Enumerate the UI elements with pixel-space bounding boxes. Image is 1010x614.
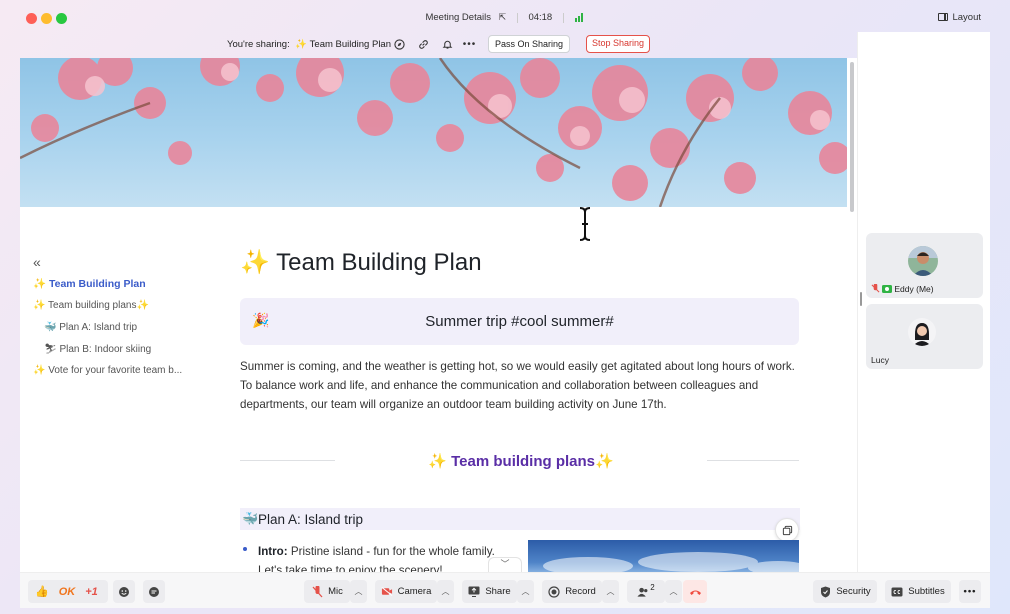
emoji-button[interactable] [113, 580, 135, 603]
avatar [908, 246, 938, 276]
share-icon[interactable]: ⇱ [499, 12, 507, 23]
collapse-toc-icon[interactable]: « [33, 254, 41, 270]
divider-right [707, 460, 799, 461]
scrollbar-thumb[interactable] [850, 62, 854, 212]
participants-options-caret[interactable]: ︿ [665, 580, 682, 603]
layout-label: Layout [952, 12, 981, 23]
meeting-info: Meeting Details ⇱ 04:18 [0, 12, 1010, 23]
record-button[interactable]: Record [542, 580, 602, 603]
toc-item-vote[interactable]: ✨ Vote for your favorite team b... [33, 365, 182, 376]
camera-on-icon [882, 285, 893, 293]
document-title-text: Team Building Plan [276, 249, 482, 276]
plus-one-reaction[interactable]: +1 [85, 586, 98, 598]
sharing-bar: You're sharing: ✨ Team Building Plan •••… [20, 32, 857, 58]
hang-up-icon [689, 590, 701, 595]
section-title: ✨ Team building plans✨ [428, 453, 614, 470]
participant-name: Lucy [871, 355, 889, 365]
meeting-toolbar: 👍 OK +1 Mic ︿ Camera ︿ Share ︿ Record ︿ … [20, 572, 990, 608]
callout-block: 🎉 Summer trip #cool summer# [240, 298, 799, 345]
signal-icon[interactable] [574, 13, 585, 22]
camera-off-icon [381, 586, 393, 598]
subtitles-button[interactable]: Subtitles [885, 580, 951, 603]
copy-icon [782, 525, 792, 535]
cover-image [20, 58, 847, 207]
mic-muted-icon [871, 284, 880, 293]
toc-item-team-building-plan[interactable]: ✨ Team Building Plan [33, 277, 146, 290]
participant-tile-eddy[interactable]: Eddy (Me) [866, 233, 983, 298]
plan-a-title: Plan A: Island trip [258, 512, 364, 527]
more-options-button[interactable]: ••• [959, 580, 981, 603]
intro-paragraph: Summer is coming, and the weather is get… [240, 360, 795, 411]
mic-button[interactable]: Mic [304, 580, 350, 603]
share-button[interactable]: Share [462, 580, 517, 603]
island-photo [528, 540, 799, 572]
collapse-toolbar-button[interactable]: ﹀ [488, 557, 522, 572]
participant-name: Eddy (Me) [871, 284, 934, 294]
avatar [908, 318, 936, 346]
share-screen-icon [468, 586, 480, 598]
toc-item-team-building-plans[interactable]: ✨ Team building plans✨ [33, 300, 149, 311]
panel-resize-handle[interactable] [860, 292, 862, 306]
link-icon[interactable] [418, 39, 429, 50]
record-icon [548, 585, 560, 598]
record-options-caret[interactable]: ︿ [602, 580, 619, 603]
meeting-timer: 04:18 [528, 12, 553, 23]
share-options-caret[interactable]: ︿ [517, 580, 534, 603]
sharing-label: You're sharing: [227, 39, 290, 50]
chat-icon [149, 586, 159, 597]
participant-tile-lucy[interactable]: Lucy [866, 304, 983, 369]
layout-button[interactable]: Layout [938, 12, 981, 23]
participants-count: 2 [650, 583, 655, 592]
sparkles-icon: ✨ [240, 249, 270, 276]
toc-item-plan-a[interactable]: 🐳 Plan A: Island trip [44, 322, 137, 333]
thumbs-up-reaction[interactable]: 👍 [35, 585, 49, 598]
participants-button[interactable]: 2 [627, 580, 665, 603]
intro-label: Intro: [258, 545, 288, 558]
subtitles-icon [891, 586, 903, 598]
whale-icon: 🐳 [242, 511, 259, 526]
bullet-point [243, 547, 247, 551]
participants-panel [857, 32, 990, 572]
meeting-details-link[interactable]: Meeting Details [425, 12, 490, 23]
security-button[interactable]: Security [813, 580, 877, 603]
mic-options-caret[interactable]: ︿ [350, 580, 367, 603]
stop-sharing-button[interactable]: Stop Sharing [586, 35, 651, 53]
more-icon[interactable]: ••• [463, 39, 476, 50]
shared-doc-name: ✨ Team Building Plan [295, 39, 391, 50]
toc-item-plan-b[interactable]: ⛷ Plan B: Indoor skiing [44, 344, 151, 355]
emoji-icon [119, 586, 129, 597]
pass-on-sharing-button[interactable]: Pass On Sharing [488, 35, 571, 53]
copy-link-button[interactable] [775, 518, 799, 542]
ok-reaction[interactable]: OK [59, 586, 76, 598]
bell-icon[interactable] [442, 39, 453, 50]
text-cursor-icon [577, 206, 593, 247]
callout-text: Summer trip #cool summer# [425, 313, 614, 330]
plan-a-heading: 🐳 Plan A: Island trip [240, 508, 800, 530]
camera-options-caret[interactable]: ︿ [437, 580, 454, 603]
document-title: ✨ Team Building Plan [240, 248, 482, 277]
camera-button[interactable]: Camera [375, 580, 437, 603]
reactions-group: 👍 OK +1 [28, 580, 108, 603]
more-icon: ••• [963, 586, 977, 597]
participants-icon [637, 586, 649, 598]
layout-icon [938, 13, 949, 21]
divider-left [240, 460, 335, 461]
end-call-button[interactable] [683, 580, 707, 603]
title-bar: Meeting Details ⇱ 04:18 Layout [0, 0, 1010, 36]
shield-icon [819, 586, 831, 598]
chat-button[interactable] [143, 580, 165, 603]
mic-muted-icon [311, 585, 323, 598]
sharing-status: You're sharing: ✨ Team Building Plan [227, 39, 391, 50]
compass-icon[interactable] [394, 39, 405, 50]
